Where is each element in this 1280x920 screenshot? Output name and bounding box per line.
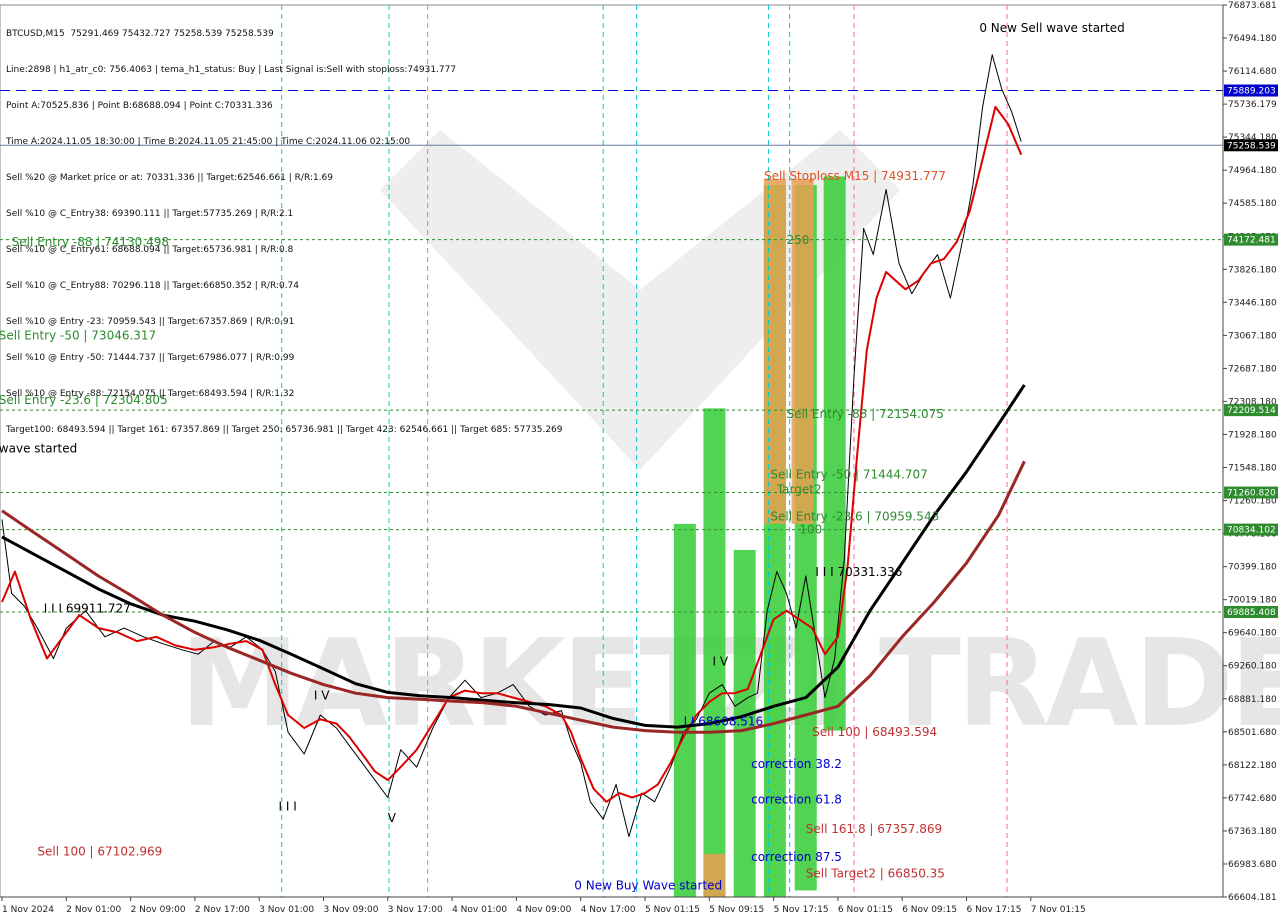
time-tick-label: 6 Nov 17:15 [967, 905, 1022, 915]
price-tick-label: 76494.180 [1228, 34, 1277, 44]
price-tick-label: 66983.680 [1228, 860, 1277, 870]
chart-area: MARKETZI TRADE 0 New Sell wave started Sel… [0, 0, 1280, 920]
price-tick-label: 67742.680 [1228, 794, 1277, 804]
chart-annotation: I I I [278, 800, 296, 814]
price-tick-label: 72687.180 [1228, 364, 1277, 374]
price-tick-label: 75736.179 [1228, 100, 1277, 110]
chart-annotation: Sell 100 | 67102.969 [37, 845, 162, 859]
info-line: Sell %10 @ C_Entry88: 70296.118 || Targe… [6, 281, 300, 291]
time-tick-label: 5 Nov 01:15 [645, 905, 700, 915]
chart-annotation: 0 New Sell wave started [979, 21, 1124, 35]
symbol-line: BTCUSD,M15 75291.469 75432.727 75258.539… [6, 29, 274, 39]
chart-annotation: 0 New Buy Wave started [574, 879, 722, 893]
price-tag-label: 69885.408 [1227, 608, 1276, 618]
info-line: Sell %10 @ Entry -23: 70959.543 || Targe… [6, 317, 295, 327]
chart-annotation: Sell Entry -23.6 | 70959.543 [770, 509, 939, 523]
time-tick-label: 2 Nov 09:00 [131, 905, 186, 915]
price-tag-label: 71260.820 [1227, 489, 1276, 499]
price-tick-label: 68881.180 [1228, 695, 1277, 705]
chart-annotation: Sell Stoploss M15 | 74931.777 [764, 169, 946, 183]
time-tick-label: 3 Nov 09:00 [324, 905, 379, 915]
price-axis: 76873.68176494.18076114.68075736.1797534… [1222, 1, 1278, 903]
price-tag-label: 75889.203 [1227, 87, 1276, 97]
chart-annotation: Target2 [776, 482, 822, 496]
price-tick-label: 76873.681 [1228, 1, 1277, 11]
chart-annotation: correction 38.2 [751, 757, 842, 771]
target-bar [673, 523, 696, 898]
chart-annotation: correction 87.5 [751, 850, 842, 864]
price-tick-label: 66604.181 [1228, 893, 1277, 903]
time-tick-label: 3 Nov 17:00 [388, 905, 443, 915]
chart-annotation: I V [314, 688, 330, 702]
time-tick-label: 6 Nov 01:15 [838, 905, 893, 915]
price-tag-label: 74172.481 [1227, 236, 1276, 246]
time-tick-label: 3 Nov 01:00 [259, 905, 314, 915]
chart-annotation: correction 61.8 [751, 793, 842, 807]
time-tick-label: 4 Nov 17:00 [581, 905, 636, 915]
chart-annotation: Sell Target2 | 66850.35 [806, 866, 945, 880]
price-tick-label: 69260.180 [1228, 662, 1277, 672]
chart-annotation: V [388, 811, 397, 825]
info-line: Sell %10 @ C_Entry38: 69390.111 || Targe… [6, 209, 294, 219]
info-panel: BTCUSD,M15 75291.469 75432.727 75258.539… [6, 4, 563, 460]
price-tick-label: 73446.180 [1228, 298, 1277, 308]
time-tick-label: 2 Nov 17:00 [195, 905, 250, 915]
info-line: Point A:70525.836 | Point B:68688.094 | … [6, 101, 273, 111]
chart-annotation: 100 [799, 522, 822, 536]
time-axis: 1 Nov 2024 2 Nov 01:00 2 Nov 09:00 2 Nov 17… [0, 896, 1223, 915]
chart-annotation: Sell Entry -50 | 71444.707 [770, 468, 927, 482]
price-tick-label: 73826.180 [1228, 265, 1277, 275]
info-line: Line:2898 | h1_atr_c0: 756.4063 | tema_h… [6, 65, 457, 75]
info-line: Target100: 68493.594 || Target 161: 6735… [6, 425, 563, 435]
chart-annotation: Sell 161.8 | 67357.869 [806, 822, 942, 836]
price-tick-label: 69640.180 [1228, 629, 1277, 639]
info-line: Sell %10 @ Entry -88: 72154.075 || Targe… [6, 389, 295, 399]
price-tick-label: 70019.180 [1228, 596, 1277, 606]
price-tick-label: 68122.180 [1228, 761, 1277, 771]
time-tick-label: 2 Nov 01:00 [66, 905, 121, 915]
price-tick-label: 74585.180 [1228, 199, 1277, 209]
info-line: Sell %20 @ Market price or at: 70331.336… [6, 173, 333, 183]
price-tick-label: 74964.180 [1228, 166, 1277, 176]
time-tick-label: 7 Nov 01:15 [1031, 905, 1086, 915]
info-line: Sell %10 @ Entry -50: 71444.737 || Targe… [6, 353, 295, 363]
time-tick-label: 5 Nov 09:15 [709, 905, 764, 915]
price-tick-label: 71928.180 [1228, 430, 1277, 440]
time-tick-label: 1 Nov 2024 [2, 905, 54, 915]
price-tick-label: 76114.680 [1228, 67, 1277, 77]
info-line: Time A:2024.11.05 18:30:00 | Time B:2024… [6, 137, 411, 147]
time-tick-label: 5 Nov 17:15 [774, 905, 829, 915]
chart-annotation: 250 [786, 233, 809, 247]
time-tick-label: 4 Nov 09:00 [516, 905, 571, 915]
chart-annotation: I V [713, 654, 729, 668]
chart-annotation: Sell 100 | 68493.594 [812, 725, 937, 739]
chart-annotation: I I I 70331.336 [815, 565, 902, 579]
price-tag-label: 72209.514 [1227, 406, 1276, 416]
price-tick-label: 70399.180 [1228, 563, 1277, 573]
price-tag-label: 70834.102 [1227, 526, 1276, 536]
info-line: Sell %10 @ C_Entry61: 68688.094 || Targe… [6, 245, 294, 255]
time-tick-label: 6 Nov 09:15 [902, 905, 957, 915]
price-tag-label: 75258.539 [1227, 141, 1276, 151]
time-tick-label: 4 Nov 01:00 [452, 905, 507, 915]
price-tick-label: 67363.180 [1228, 827, 1277, 837]
target-bar [703, 408, 726, 898]
price-tick-label: 73067.180 [1228, 331, 1277, 341]
chart-annotation: I I I 69911.727 [44, 601, 131, 615]
price-tick-label: 71548.180 [1228, 464, 1277, 474]
chart-annotation: Sell Entry -88 | 72154.075 [786, 407, 943, 421]
chart-annotation: I I 68608.516 [684, 714, 764, 728]
price-tick-label: 68501.680 [1228, 728, 1277, 738]
target-bar [823, 176, 846, 731]
